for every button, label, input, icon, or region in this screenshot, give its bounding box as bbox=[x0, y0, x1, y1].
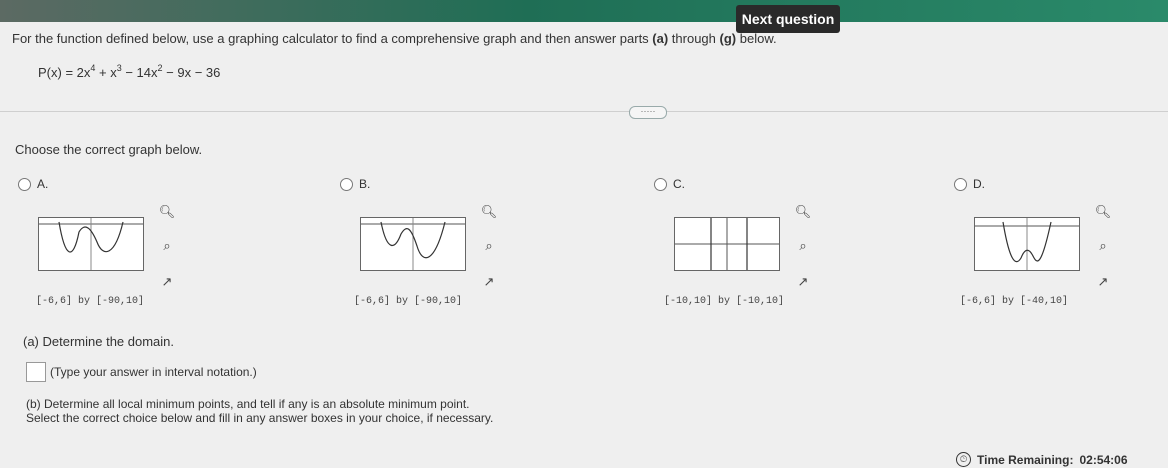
question-instructions: For the function defined below, use a gr… bbox=[12, 31, 777, 46]
fn-part-2: + x bbox=[95, 65, 117, 80]
choice-c: C. 🔍︎ ⌕ ↗ [-10,10] by [-10,10] bbox=[654, 177, 864, 312]
section-divider bbox=[0, 111, 1168, 112]
part-a-title: (a) Determine the domain. bbox=[23, 334, 175, 349]
zoom-out-icon[interactable]: ⌕ bbox=[158, 237, 176, 255]
choice-c-plot bbox=[675, 218, 779, 270]
open-in-new-icon[interactable]: ↗ bbox=[794, 273, 812, 291]
choice-b: B. 🔍︎ ⌕ ↗ [-6,6] by [-90,10] bbox=[340, 177, 550, 312]
open-in-new-icon[interactable]: ↗ bbox=[1094, 273, 1112, 291]
instructions-text: For the function defined below, use a gr… bbox=[12, 31, 653, 46]
timer-value: 02:54:06 bbox=[1079, 452, 1128, 467]
choice-d-radio[interactable] bbox=[954, 177, 967, 191]
choice-d-row[interactable]: D. bbox=[954, 177, 985, 191]
zoom-out-icon[interactable]: ⌕ bbox=[480, 237, 498, 255]
top-bar bbox=[0, 0, 1168, 22]
choice-c-graph bbox=[674, 217, 780, 271]
zoom-in-icon[interactable]: 🔍︎ bbox=[480, 203, 498, 221]
zoom-out-icon[interactable]: ⌕ bbox=[794, 237, 812, 255]
zoom-in-icon[interactable]: 🔍︎ bbox=[794, 203, 812, 221]
choice-a-label: A. bbox=[37, 177, 49, 191]
domain-answer-hint: (Type your answer in interval notation.) bbox=[50, 365, 257, 379]
part-b-instructions: Select the correct choice below and fill… bbox=[26, 411, 494, 425]
choice-c-label: C. bbox=[673, 177, 685, 191]
graph-prompt: Choose the correct graph below. bbox=[15, 142, 203, 157]
choice-c-row[interactable]: C. bbox=[654, 177, 685, 191]
choice-b-plot bbox=[361, 218, 465, 270]
zoom-in-icon[interactable]: 🔍︎ bbox=[158, 203, 176, 221]
open-in-new-icon[interactable]: ↗ bbox=[158, 273, 176, 291]
choice-d: D. 🔍︎ ⌕ ↗ [-6,6] by [-40,10] bbox=[954, 177, 1164, 312]
choice-d-label: D. bbox=[973, 177, 985, 191]
timer-label: Time Remaining: bbox=[977, 452, 1074, 467]
domain-answer-input[interactable] bbox=[26, 362, 46, 382]
choice-b-radio[interactable] bbox=[340, 177, 353, 191]
choice-b-graph bbox=[360, 217, 466, 271]
fn-part-1: P(x) = 2x bbox=[38, 65, 91, 80]
choice-b-row[interactable]: B. bbox=[340, 177, 370, 191]
choice-a-plot bbox=[39, 218, 143, 270]
function-definition: P(x) = 2x4 + x3 − 14x2 − 9x − 36 bbox=[38, 63, 220, 80]
instructions-through: through bbox=[668, 31, 720, 46]
choice-a-window: [-6,6] by [-90,10] bbox=[36, 296, 145, 307]
part-a-ref: (a) bbox=[652, 31, 669, 46]
choice-a-row[interactable]: A. bbox=[18, 177, 48, 191]
choice-a-radio[interactable] bbox=[18, 177, 31, 191]
choice-b-window: [-6,6] by [-90,10] bbox=[354, 296, 463, 307]
next-question-button[interactable]: Next question bbox=[736, 5, 840, 33]
choice-c-window: [-10,10] by [-10,10] bbox=[664, 296, 785, 307]
choice-d-graph bbox=[974, 217, 1080, 271]
part-g-ref: (g) bbox=[719, 31, 737, 46]
fn-part-3: − 14x bbox=[121, 65, 158, 80]
instructions-end: below. bbox=[736, 31, 777, 46]
choice-c-radio[interactable] bbox=[654, 177, 667, 191]
zoom-in-icon[interactable]: 🔍︎ bbox=[1094, 203, 1112, 221]
time-remaining: 🕑︎ Time Remaining: 02:54:06 bbox=[956, 452, 1128, 467]
choice-a-graph bbox=[38, 217, 144, 271]
choice-b-label: B. bbox=[359, 177, 371, 191]
choice-d-window: [-6,6] by [-40,10] bbox=[960, 296, 1069, 307]
clock-icon: 🕑︎ bbox=[956, 452, 971, 467]
choice-a: A. 🔍︎ ⌕ ↗ [-6,6] by [-90,10] bbox=[18, 177, 228, 312]
zoom-out-icon[interactable]: ⌕ bbox=[1094, 237, 1112, 255]
open-in-new-icon[interactable]: ↗ bbox=[480, 273, 498, 291]
expand-more-button[interactable]: ····· bbox=[629, 106, 667, 119]
part-b-title: (b) Determine all local minimum points, … bbox=[26, 397, 470, 411]
fn-part-4: − 9x − 36 bbox=[162, 65, 221, 80]
choice-d-plot bbox=[975, 218, 1079, 270]
